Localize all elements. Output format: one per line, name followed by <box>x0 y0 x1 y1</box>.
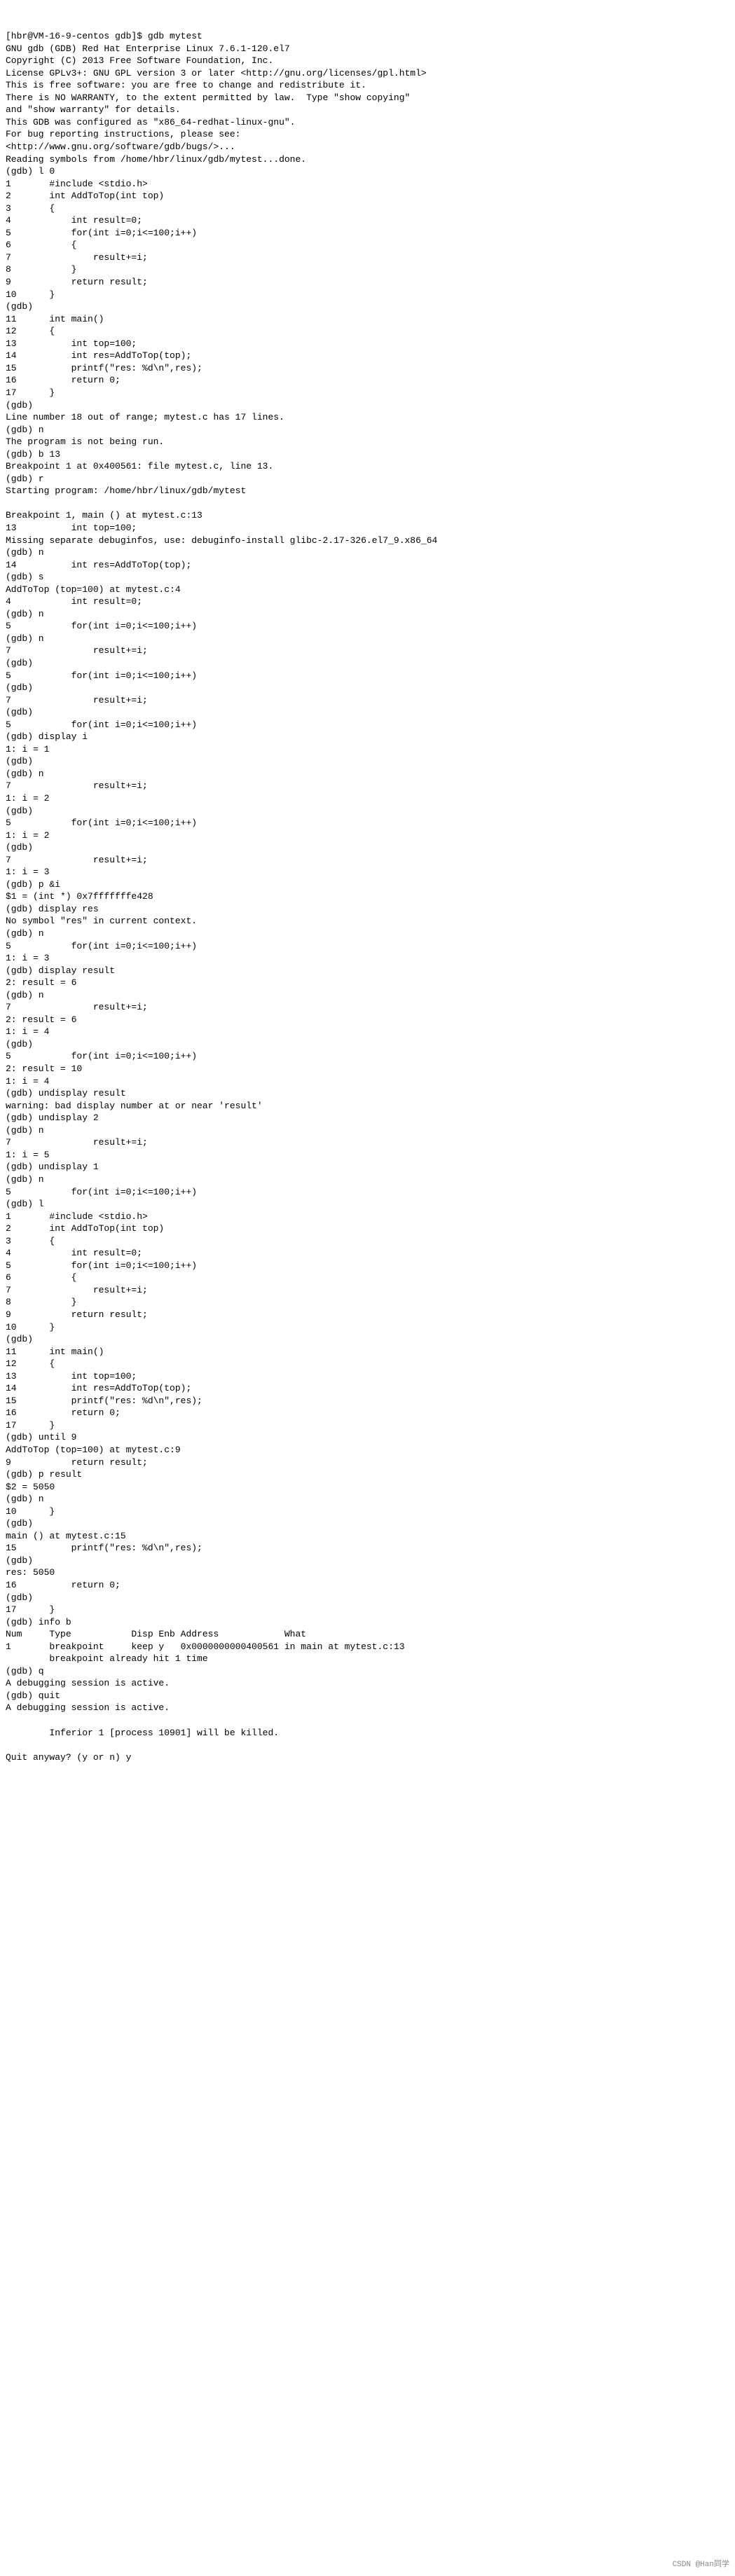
terminal-output: [hbr@VM-16-9-centos gdb]$ gdb mytest GNU… <box>6 30 729 1763</box>
watermark: CSDN @Han同学 <box>673 2560 729 2570</box>
